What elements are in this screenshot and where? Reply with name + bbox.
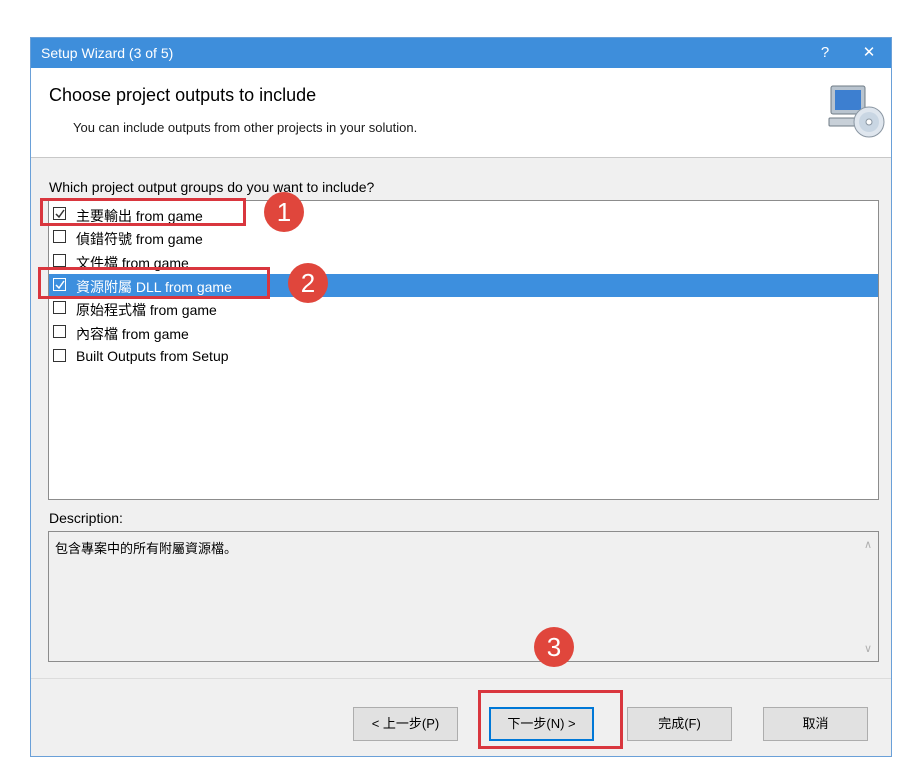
finish-button[interactable]: 完成(F) [627,707,732,741]
list-item-debug-symbols[interactable]: 偵錯符號 from game [49,226,878,249]
list-item-source-files[interactable]: 原始程式檔 from game [49,297,878,320]
step-badge-1: 1 [264,192,304,232]
help-button[interactable]: ? [813,42,837,64]
window-title: Setup Wizard (3 of 5) [41,45,174,61]
description-box: 包含專案中的所有附屬資源檔。 ∧ ∨ [48,531,879,662]
cancel-button[interactable]: 取消 [763,707,868,741]
page-title: Choose project outputs to include [49,85,317,105]
scroll-down-icon[interactable]: ∨ [864,642,872,655]
highlight-box-3 [478,690,623,749]
step-badge-3: 3 [534,627,574,667]
computer-cd-icon [828,85,885,138]
step-badge-2: 2 [288,263,328,303]
checkbox[interactable] [53,301,66,314]
title-bar: Setup Wizard (3 of 5) ? ✕ [31,38,891,68]
checkbox[interactable] [53,349,66,362]
scroll-up-icon[interactable]: ∧ [864,538,872,551]
checkbox[interactable] [53,325,66,338]
wizard-header: Choose project outputs to include You ca… [31,68,891,158]
description-text: 包含專案中的所有附屬資源檔。 [55,541,238,556]
highlight-box-2 [38,267,270,299]
setup-wizard-dialog: Setup Wizard (3 of 5) ? ✕ Choose project… [30,37,892,757]
list-item-built-outputs[interactable]: Built Outputs from Setup [49,345,878,368]
page-subtitle: You can include outputs from other proje… [73,120,418,135]
checkbox[interactable] [53,254,66,267]
highlight-box-1 [40,198,246,226]
list-item-content-files[interactable]: 內容檔 from game [49,321,878,344]
back-button[interactable]: < 上一步(P) [353,707,458,741]
close-button[interactable]: ✕ [857,42,881,64]
description-label: Description: [49,510,123,526]
checkbox[interactable] [53,230,66,243]
footer-divider [31,678,891,679]
question-label: Which project output groups do you want … [49,179,375,195]
output-groups-list[interactable]: 主要輸出 from game 偵錯符號 from game 文件檔 from g… [48,200,879,500]
